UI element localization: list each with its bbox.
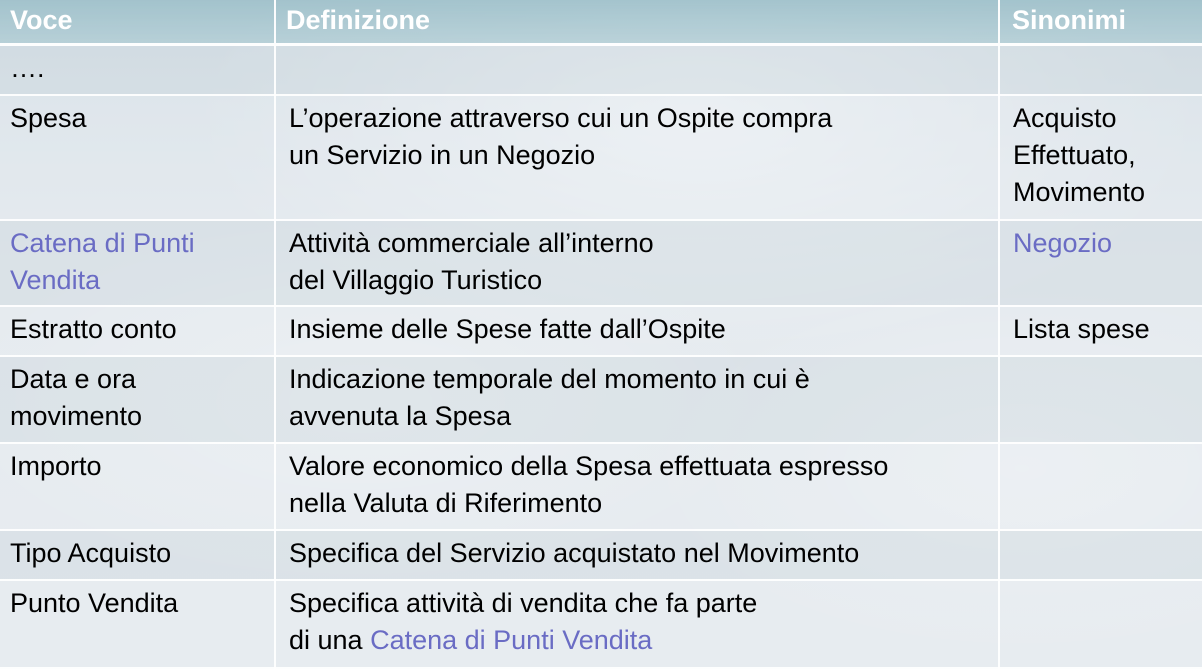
sinonimo-line: Lista spese	[1013, 314, 1150, 344]
cell-definizione: Specifica attività di vendita che fa par…	[275, 580, 1000, 669]
cell-sinonimi: Lista spese	[999, 306, 1202, 357]
cell-voce: Spesa	[0, 95, 276, 221]
voce-text: Punto Vendita	[10, 588, 179, 618]
definizione-line: Specifica attività di vendita che fa par…	[289, 588, 758, 618]
definizione-line: del Villaggio Turistico	[289, 265, 543, 295]
header-sinonimi: Sinonimi	[999, 0, 1202, 46]
cell-definizione: L’operazione attraverso cui un Ospite co…	[275, 95, 1000, 221]
sinonimo-line: Acquisto	[1013, 103, 1117, 133]
definizione-line: un Servizio in un Negozio	[289, 140, 596, 170]
table-row: Importo Valore economico della Spesa eff…	[0, 443, 1202, 531]
cell-definizione: Valore economico della Spesa effettuata …	[275, 443, 1000, 531]
sinonimo-line: Effettuato,	[1013, 140, 1136, 170]
voce-text: movimento	[10, 401, 143, 431]
table-row: Estratto conto Insieme delle Spese fatte…	[0, 306, 1202, 357]
cell-voce: Punto Vendita	[0, 580, 276, 669]
cell-voce: Data e ora movimento	[0, 356, 276, 444]
cell-sinonimi: Acquisto Effettuato, Movimento	[999, 95, 1202, 221]
definizione-line: avvenuta la Spesa	[289, 401, 512, 431]
definizione-line: Valore economico della Spesa effettuata …	[289, 451, 889, 481]
cell-definizione: Insieme delle Spese fatte dall’Ospite	[275, 306, 1000, 357]
table-header-row: Voce Definizione Sinonimi	[0, 0, 1202, 46]
cell-sinonimi	[999, 44, 1202, 96]
cell-voce: Catena di Punti Vendita	[0, 220, 276, 307]
glossary-table: Voce Definizione Sinonimi …. Spesa L’ope…	[0, 0, 1202, 669]
voce-link-text[interactable]: Catena di Punti	[10, 225, 266, 262]
cell-voce: Importo	[0, 443, 276, 531]
definizione-line: Insieme delle Spese fatte dall’Ospite	[289, 314, 726, 344]
definizione-line: L’operazione attraverso cui un Ospite co…	[289, 103, 833, 133]
definizione-line: Indicazione temporale del momento in cui…	[289, 364, 810, 394]
voce-link-text[interactable]: Vendita	[10, 262, 266, 299]
voce-text: Estratto conto	[10, 314, 177, 344]
table-row: ….	[0, 44, 1202, 96]
voce-text: Spesa	[10, 103, 87, 133]
cell-sinonimi: Negozio	[999, 220, 1202, 307]
voce-text: Data e ora	[10, 364, 137, 394]
header-definizione: Definizione	[275, 0, 1000, 46]
cell-definizione: Attività commerciale all’interno del Vil…	[275, 220, 1000, 307]
voce-text: Tipo Acquisto	[10, 538, 172, 568]
sinonimo-line: Movimento	[1013, 177, 1146, 207]
table-row: Spesa L’operazione attraverso cui un Osp…	[0, 95, 1202, 221]
cell-definizione	[275, 44, 1000, 96]
cell-voce: Estratto conto	[0, 306, 276, 357]
cell-definizione: Specifica del Servizio acquistato nel Mo…	[275, 530, 1000, 581]
table-row: Data e ora movimento Indicazione tempora…	[0, 356, 1202, 444]
definizione-line: Attività commerciale all’interno	[289, 228, 654, 258]
cell-voce: ….	[0, 44, 276, 96]
cell-sinonimi	[999, 530, 1202, 581]
table-row: Catena di Punti Vendita Attività commerc…	[0, 220, 1202, 307]
definizione-line: di una Catena di Punti Vendita	[289, 622, 990, 659]
sinonimo-link[interactable]: Negozio	[1013, 225, 1194, 262]
cell-definizione: Indicazione temporale del momento in cui…	[275, 356, 1000, 444]
cell-sinonimi	[999, 443, 1202, 531]
catena-link[interactable]: Catena di Punti Vendita	[370, 625, 652, 655]
definizione-line: Specifica del Servizio acquistato nel Mo…	[289, 538, 860, 568]
definizione-prefix: di una	[289, 625, 371, 655]
definizione-line: nella Valuta di Riferimento	[289, 488, 603, 518]
table-row: Punto Vendita Specifica attività di vend…	[0, 580, 1202, 669]
table-row: Tipo Acquisto Specifica del Servizio acq…	[0, 530, 1202, 581]
voce-text: Importo	[10, 451, 102, 481]
cell-voce: Tipo Acquisto	[0, 530, 276, 581]
cell-sinonimi	[999, 580, 1202, 669]
header-voce: Voce	[0, 0, 276, 46]
voce-text: ….	[10, 52, 45, 83]
cell-sinonimi	[999, 356, 1202, 444]
